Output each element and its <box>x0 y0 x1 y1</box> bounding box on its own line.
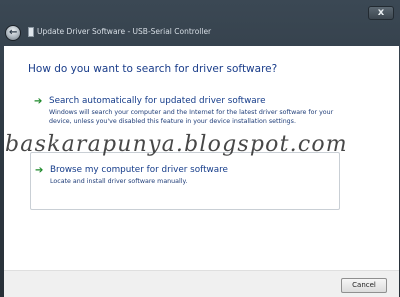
back-button[interactable]: ← <box>5 25 21 41</box>
document-icon <box>28 27 34 37</box>
green-arrow-icon: ➔ <box>34 96 43 107</box>
option-description: Locate and install driver software manua… <box>50 178 188 185</box>
option-title[interactable]: Search automatically for updated driver … <box>49 96 266 106</box>
content-pane: How do you want to search for driver sof… <box>4 46 399 270</box>
back-arrow-icon: ← <box>9 27 18 38</box>
dialog-footer: Cancel <box>4 270 399 297</box>
close-button[interactable]: x <box>368 6 394 20</box>
close-icon: x <box>377 7 385 18</box>
option-description: Windows will search your computer and th… <box>49 109 334 125</box>
window-title: Update Driver Software - USB-Serial Cont… <box>37 27 212 36</box>
option-title[interactable]: Browse my computer for driver software <box>50 165 228 175</box>
page-heading: How do you want to search for driver sof… <box>28 63 278 75</box>
green-arrow-icon: ➔ <box>35 165 44 176</box>
browse-computer-option[interactable]: ➔ Browse my computer for driver software… <box>30 152 340 210</box>
title-bar: x ← Update Driver Software - USB-Serial … <box>0 0 400 52</box>
search-automatically-option[interactable]: ➔ Search automatically for updated drive… <box>30 90 340 150</box>
dialog-window: x ← Update Driver Software - USB-Serial … <box>0 0 400 297</box>
cancel-button[interactable]: Cancel <box>341 278 387 293</box>
